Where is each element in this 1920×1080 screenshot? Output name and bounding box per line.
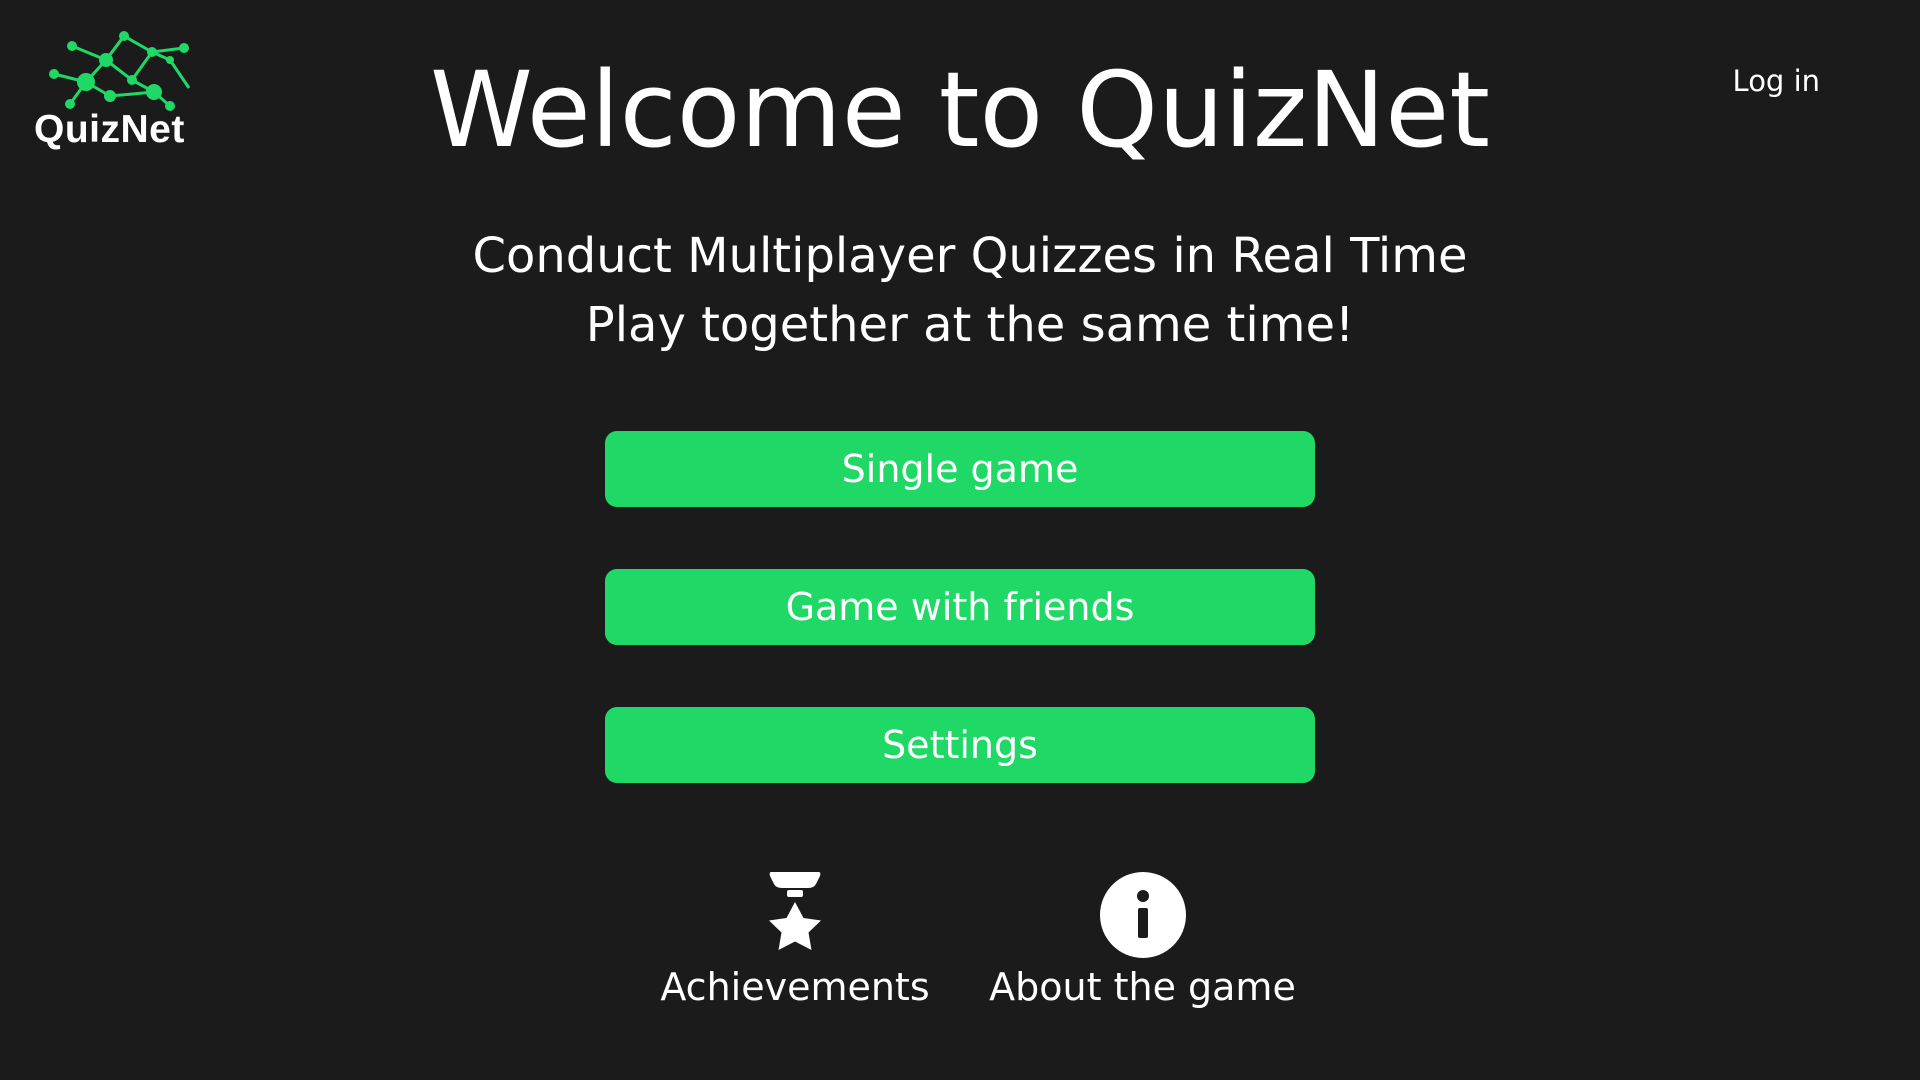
game-with-friends-button[interactable]: Game with friends: [605, 569, 1315, 645]
info-icon: [1099, 872, 1186, 958]
about-game-label: About the game: [989, 965, 1296, 1009]
subtitle: Conduct Multiplayer Quizzes in Real Time…: [0, 222, 1920, 360]
page-title-text: Welcome to QuizNet: [429, 49, 1491, 171]
subtitle-line-2: Play together at the same time!: [585, 297, 1355, 353]
main-menu-screen: QuizNet Log in Welcome to QuizNet Conduc…: [0, 0, 1920, 1080]
page-title: Welcome to QuizNet: [0, 46, 1920, 174]
achievements-label: Achievements: [660, 965, 930, 1009]
about-game-button[interactable]: About the game: [985, 870, 1300, 1012]
medal-star-icon: [769, 872, 821, 950]
main-menu: Single game Game with friends Settings: [605, 431, 1315, 845]
bottom-actions: Achievements About the game: [0, 870, 1920, 1020]
settings-button[interactable]: Settings: [605, 707, 1315, 783]
achievements-button[interactable]: Achievements: [660, 870, 930, 1012]
subtitle-line-1: Conduct Multiplayer Quizzes in Real Time: [472, 228, 1468, 284]
single-game-button[interactable]: Single game: [605, 431, 1315, 507]
